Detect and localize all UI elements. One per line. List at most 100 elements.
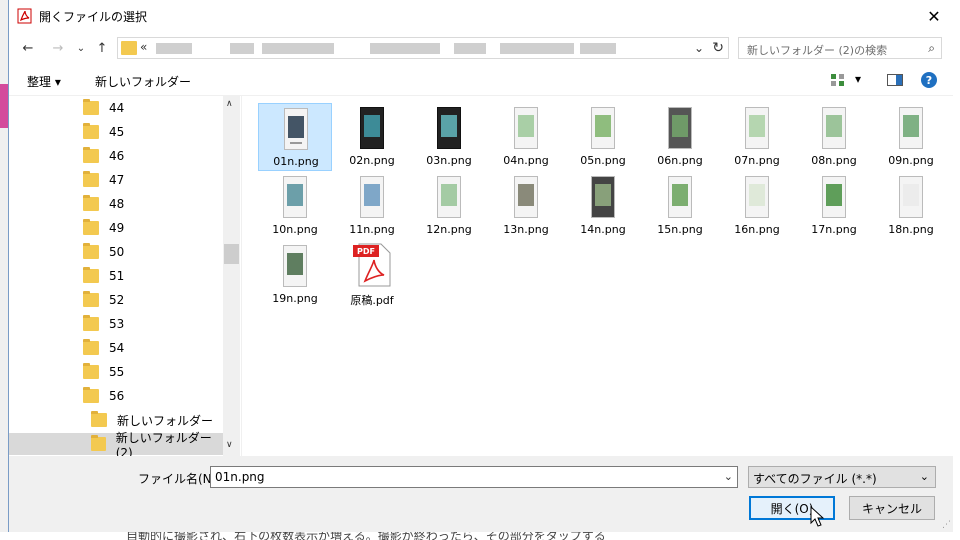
svg-text:PDF: PDF (357, 247, 375, 256)
folder-icon (83, 123, 99, 139)
tree-item[interactable]: 49 (83, 217, 223, 239)
back-button[interactable]: ← (19, 40, 37, 56)
scroll-down-icon[interactable]: ∨ (226, 440, 233, 450)
tree-item-selected[interactable]: 新しいフォルダー (2) (9, 431, 223, 456)
tree-item[interactable]: 51 (83, 265, 223, 287)
file-item[interactable]: PDF 原稿.pdf (335, 241, 409, 309)
file-item[interactable]: 18n.png (874, 172, 948, 240)
breadcrumb-segment[interactable] (370, 43, 440, 54)
organize-button[interactable]: 整理 ▾ (27, 73, 61, 90)
breadcrumb-segment[interactable] (262, 43, 334, 54)
background-window-edge (952, 0, 960, 540)
file-item[interactable]: 15n.png (643, 172, 717, 240)
file-item[interactable]: 12n.png (412, 172, 486, 240)
file-item[interactable]: 03n.png (412, 103, 486, 171)
filename-input[interactable]: 01n.png ⌄ (210, 466, 738, 488)
tree-item[interactable]: 44 (83, 97, 223, 119)
image-thumbnail (283, 245, 307, 287)
file-item[interactable]: 01n.png (258, 103, 332, 171)
folder-icon (83, 219, 99, 235)
file-item[interactable]: 11n.png (335, 172, 409, 240)
image-thumbnail (668, 176, 692, 218)
tree-item[interactable]: 46 (83, 145, 223, 167)
breadcrumb-segment[interactable] (454, 43, 486, 54)
folder-icon (83, 171, 99, 187)
breadcrumb-segment[interactable] (580, 43, 616, 54)
file-item[interactable]: 16n.png (720, 172, 794, 240)
file-item[interactable]: 13n.png (489, 172, 563, 240)
tree-scrollbar[interactable]: ∧ ∨ (223, 96, 240, 456)
folder-icon (83, 363, 99, 379)
file-item[interactable]: 17n.png (797, 172, 871, 240)
breadcrumb-segment[interactable] (230, 43, 254, 54)
address-bar[interactable]: « ⌄ ↻ (117, 37, 729, 59)
folder-icon (91, 411, 107, 427)
filename-value: 01n.png (215, 470, 265, 484)
help-icon[interactable]: ? (921, 72, 937, 88)
image-thumbnail (283, 176, 307, 218)
file-item[interactable]: 09n.png (874, 103, 948, 171)
recent-locations-button[interactable]: ⌄ (72, 40, 90, 56)
folder-icon (83, 267, 99, 283)
tree-item[interactable]: 55 (83, 361, 223, 383)
image-thumbnail (822, 176, 846, 218)
command-toolbar: 整理 ▾ 新しいフォルダー ▾ ? (9, 64, 953, 96)
folder-icon (91, 435, 106, 451)
address-dropdown-icon[interactable]: ⌄ (694, 41, 704, 55)
image-thumbnail (360, 176, 384, 218)
file-item[interactable]: 06n.png (643, 103, 717, 171)
image-thumbnail (591, 107, 615, 149)
scroll-up-icon[interactable]: ∧ (226, 99, 233, 109)
search-placeholder: 新しいフォルダー (2)の検索 (747, 44, 888, 57)
folder-icon (83, 339, 99, 355)
breadcrumb-overflow[interactable]: « (140, 40, 147, 54)
search-input[interactable]: 新しいフォルダー (2)の検索 ⌕ (738, 37, 942, 59)
folder-icon (83, 99, 99, 115)
image-thumbnail (591, 176, 615, 218)
breadcrumb-segment[interactable] (500, 43, 574, 54)
navigation-bar: ← → ⌄ ↑ « ⌄ ↻ 新しいフォルダー (2)の検索 ⌕ (9, 32, 953, 64)
folder-icon (83, 243, 99, 259)
image-thumbnail (360, 107, 384, 149)
scrollbar-thumb[interactable] (224, 244, 239, 264)
title-bar: 開くファイルの選択 ✕ (9, 0, 953, 32)
tree-item[interactable]: 52 (83, 289, 223, 311)
breadcrumb-segment[interactable] (156, 43, 192, 54)
folder-icon (121, 41, 137, 55)
chevron-down-icon[interactable]: ⌄ (724, 470, 733, 483)
tree-item[interactable]: 47 (83, 169, 223, 191)
cancel-button[interactable]: キャンセル (849, 496, 935, 520)
tree-item[interactable]: 54 (83, 337, 223, 359)
folder-icon (83, 147, 99, 163)
filename-label: ファイル名(N): (138, 472, 221, 486)
view-dropdown-icon[interactable]: ▾ (855, 72, 861, 86)
file-item[interactable]: 14n.png (566, 172, 640, 240)
image-thumbnail (745, 107, 769, 149)
tree-item[interactable]: 48 (83, 193, 223, 215)
refresh-icon[interactable]: ↻ (712, 40, 724, 56)
filetype-value: すべてのファイル (*.*) (753, 472, 877, 486)
search-icon[interactable]: ⌕ (928, 41, 935, 56)
file-item[interactable]: 10n.png (258, 172, 332, 240)
close-button[interactable]: ✕ (919, 2, 949, 30)
chevron-down-icon[interactable]: ⌄ (920, 470, 929, 483)
file-item[interactable]: 05n.png (566, 103, 640, 171)
resize-grip-icon[interactable]: ⋰ (942, 520, 951, 530)
up-button[interactable]: ↑ (93, 40, 111, 56)
new-folder-button[interactable]: 新しいフォルダー (95, 73, 191, 90)
file-item[interactable]: 19n.png (258, 241, 332, 309)
mouse-cursor-icon (810, 506, 825, 527)
image-thumbnail (437, 107, 461, 149)
file-item[interactable]: 02n.png (335, 103, 409, 171)
file-item[interactable]: 04n.png (489, 103, 563, 171)
file-item[interactable]: 07n.png (720, 103, 794, 171)
tree-item[interactable]: 56 (83, 385, 223, 407)
view-options-icon[interactable] (831, 74, 845, 86)
tree-item[interactable]: 50 (83, 241, 223, 263)
preview-pane-icon[interactable] (887, 74, 903, 86)
tree-item[interactable]: 53 (83, 313, 223, 335)
forward-button[interactable]: → (49, 40, 67, 56)
filetype-select[interactable]: すべてのファイル (*.*) ⌄ (748, 466, 936, 488)
tree-item[interactable]: 45 (83, 121, 223, 143)
file-item[interactable]: 08n.png (797, 103, 871, 171)
